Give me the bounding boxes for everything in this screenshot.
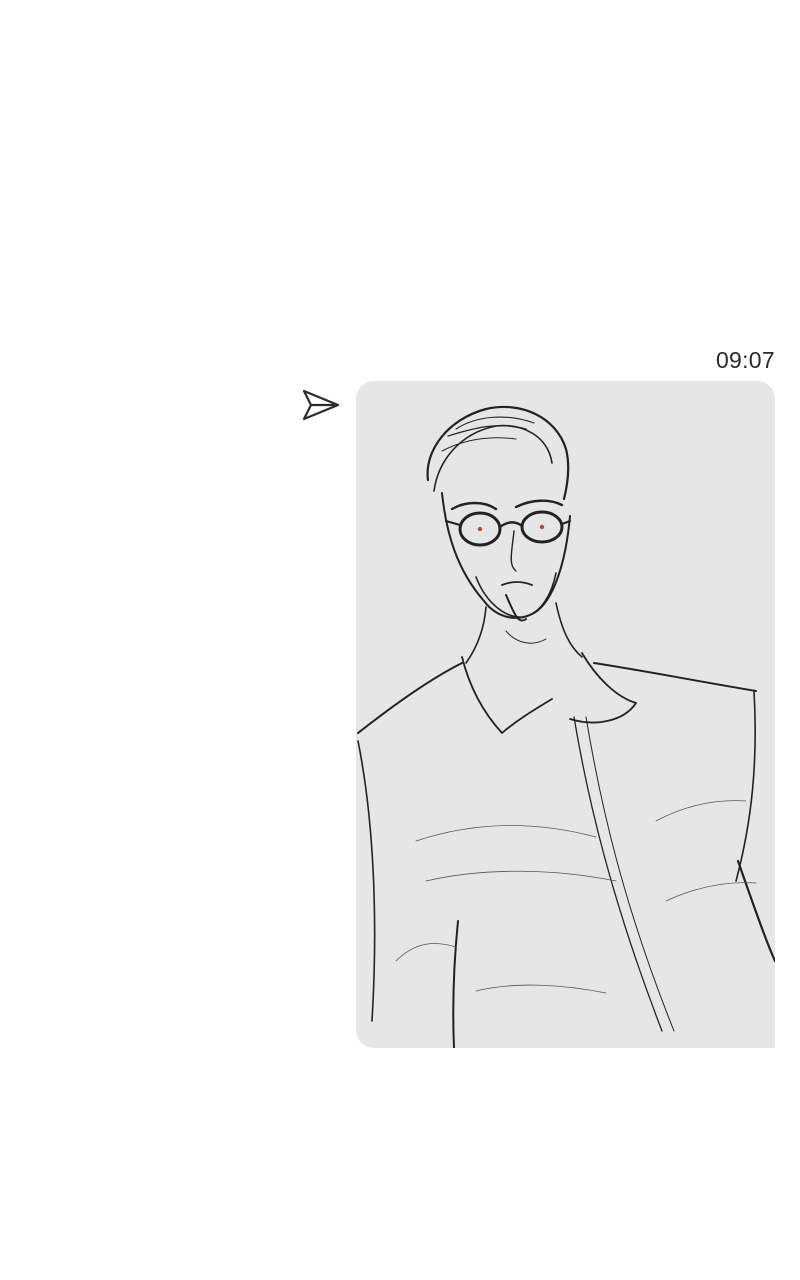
portrait-sketch-image — [356, 381, 775, 1048]
message-timestamp: 09:07 — [715, 347, 775, 373]
image-attachment[interactable] — [356, 381, 775, 1048]
chat-screen: 09:07 — [0, 0, 800, 1280]
send-icon — [302, 389, 340, 421]
outgoing-message-row: 09:07 — [0, 340, 800, 1050]
